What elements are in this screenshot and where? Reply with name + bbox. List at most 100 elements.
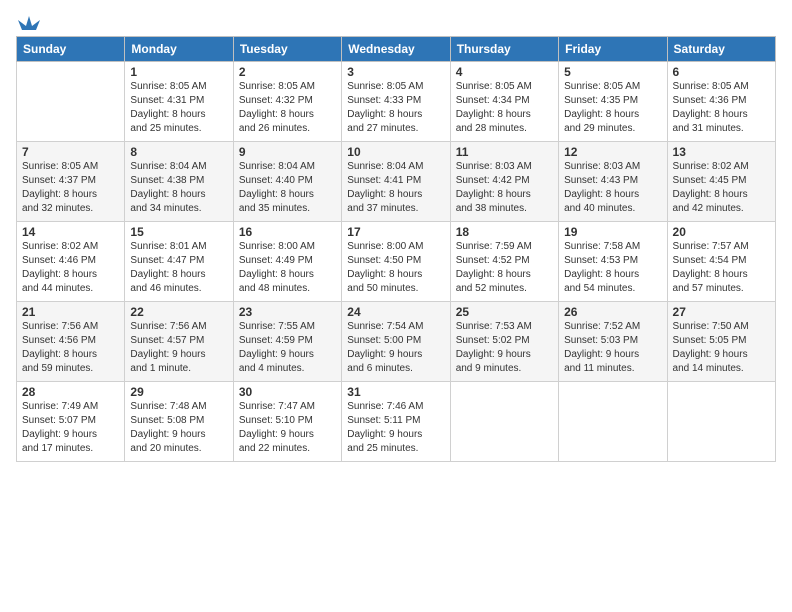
day-number: 23 xyxy=(239,305,336,319)
day-info: Sunrise: 8:03 AM Sunset: 4:43 PM Dayligh… xyxy=(564,160,661,216)
day-info: Sunrise: 8:02 AM Sunset: 4:45 PM Dayligh… xyxy=(673,160,770,216)
day-number: 8 xyxy=(130,145,227,159)
day-number: 17 xyxy=(347,225,444,239)
calendar-cell: 19Sunrise: 7:58 AM Sunset: 4:53 PM Dayli… xyxy=(559,222,667,302)
calendar-cell: 14Sunrise: 8:02 AM Sunset: 4:46 PM Dayli… xyxy=(17,222,125,302)
calendar-week-4: 21Sunrise: 7:56 AM Sunset: 4:56 PM Dayli… xyxy=(17,302,776,382)
day-number: 7 xyxy=(22,145,119,159)
day-number: 31 xyxy=(347,385,444,399)
day-number: 11 xyxy=(456,145,553,159)
calendar-header-saturday: Saturday xyxy=(667,37,775,62)
day-number: 20 xyxy=(673,225,770,239)
calendar-cell xyxy=(17,62,125,142)
calendar-cell: 28Sunrise: 7:49 AM Sunset: 5:07 PM Dayli… xyxy=(17,382,125,462)
calendar-cell: 21Sunrise: 7:56 AM Sunset: 4:56 PM Dayli… xyxy=(17,302,125,382)
day-number: 26 xyxy=(564,305,661,319)
day-number: 4 xyxy=(456,65,553,79)
calendar-week-5: 28Sunrise: 7:49 AM Sunset: 5:07 PM Dayli… xyxy=(17,382,776,462)
logo xyxy=(16,12,40,30)
calendar-cell: 3Sunrise: 8:05 AM Sunset: 4:33 PM Daylig… xyxy=(342,62,450,142)
page-container: SundayMondayTuesdayWednesdayThursdayFrid… xyxy=(0,0,792,470)
calendar-cell: 5Sunrise: 8:05 AM Sunset: 4:35 PM Daylig… xyxy=(559,62,667,142)
calendar-header-monday: Monday xyxy=(125,37,233,62)
day-info: Sunrise: 7:59 AM Sunset: 4:52 PM Dayligh… xyxy=(456,240,553,296)
calendar-cell: 18Sunrise: 7:59 AM Sunset: 4:52 PM Dayli… xyxy=(450,222,558,302)
day-info: Sunrise: 8:00 AM Sunset: 4:49 PM Dayligh… xyxy=(239,240,336,296)
calendar-header-friday: Friday xyxy=(559,37,667,62)
calendar-table: SundayMondayTuesdayWednesdayThursdayFrid… xyxy=(16,36,776,462)
day-number: 22 xyxy=(130,305,227,319)
day-number: 25 xyxy=(456,305,553,319)
calendar-cell: 10Sunrise: 8:04 AM Sunset: 4:41 PM Dayli… xyxy=(342,142,450,222)
day-number: 16 xyxy=(239,225,336,239)
calendar-cell: 24Sunrise: 7:54 AM Sunset: 5:00 PM Dayli… xyxy=(342,302,450,382)
calendar-cell: 4Sunrise: 8:05 AM Sunset: 4:34 PM Daylig… xyxy=(450,62,558,142)
day-number: 27 xyxy=(673,305,770,319)
calendar-week-1: 1Sunrise: 8:05 AM Sunset: 4:31 PM Daylig… xyxy=(17,62,776,142)
day-number: 21 xyxy=(22,305,119,319)
day-info: Sunrise: 8:02 AM Sunset: 4:46 PM Dayligh… xyxy=(22,240,119,296)
calendar-cell xyxy=(450,382,558,462)
day-info: Sunrise: 8:05 AM Sunset: 4:35 PM Dayligh… xyxy=(564,80,661,136)
calendar-cell: 9Sunrise: 8:04 AM Sunset: 4:40 PM Daylig… xyxy=(233,142,341,222)
day-info: Sunrise: 8:05 AM Sunset: 4:32 PM Dayligh… xyxy=(239,80,336,136)
day-number: 9 xyxy=(239,145,336,159)
calendar-cell: 11Sunrise: 8:03 AM Sunset: 4:42 PM Dayli… xyxy=(450,142,558,222)
day-info: Sunrise: 7:56 AM Sunset: 4:56 PM Dayligh… xyxy=(22,320,119,376)
calendar-header-thursday: Thursday xyxy=(450,37,558,62)
day-info: Sunrise: 8:04 AM Sunset: 4:38 PM Dayligh… xyxy=(130,160,227,216)
calendar-cell: 27Sunrise: 7:50 AM Sunset: 5:05 PM Dayli… xyxy=(667,302,775,382)
day-number: 18 xyxy=(456,225,553,239)
calendar-cell: 25Sunrise: 7:53 AM Sunset: 5:02 PM Dayli… xyxy=(450,302,558,382)
calendar-cell xyxy=(559,382,667,462)
day-number: 30 xyxy=(239,385,336,399)
day-info: Sunrise: 8:04 AM Sunset: 4:40 PM Dayligh… xyxy=(239,160,336,216)
day-info: Sunrise: 8:03 AM Sunset: 4:42 PM Dayligh… xyxy=(456,160,553,216)
day-info: Sunrise: 8:05 AM Sunset: 4:34 PM Dayligh… xyxy=(456,80,553,136)
calendar-cell: 22Sunrise: 7:56 AM Sunset: 4:57 PM Dayli… xyxy=(125,302,233,382)
day-info: Sunrise: 8:05 AM Sunset: 4:33 PM Dayligh… xyxy=(347,80,444,136)
day-info: Sunrise: 7:53 AM Sunset: 5:02 PM Dayligh… xyxy=(456,320,553,376)
day-number: 10 xyxy=(347,145,444,159)
logo-icon xyxy=(18,12,40,34)
day-info: Sunrise: 7:47 AM Sunset: 5:10 PM Dayligh… xyxy=(239,400,336,456)
day-info: Sunrise: 8:05 AM Sunset: 4:37 PM Dayligh… xyxy=(22,160,119,216)
day-info: Sunrise: 8:05 AM Sunset: 4:31 PM Dayligh… xyxy=(130,80,227,136)
calendar-cell: 2Sunrise: 8:05 AM Sunset: 4:32 PM Daylig… xyxy=(233,62,341,142)
day-info: Sunrise: 8:05 AM Sunset: 4:36 PM Dayligh… xyxy=(673,80,770,136)
calendar-header-row: SundayMondayTuesdayWednesdayThursdayFrid… xyxy=(17,37,776,62)
calendar-cell: 31Sunrise: 7:46 AM Sunset: 5:11 PM Dayli… xyxy=(342,382,450,462)
day-number: 24 xyxy=(347,305,444,319)
calendar-cell: 29Sunrise: 7:48 AM Sunset: 5:08 PM Dayli… xyxy=(125,382,233,462)
calendar-week-3: 14Sunrise: 8:02 AM Sunset: 4:46 PM Dayli… xyxy=(17,222,776,302)
day-number: 19 xyxy=(564,225,661,239)
calendar-cell: 23Sunrise: 7:55 AM Sunset: 4:59 PM Dayli… xyxy=(233,302,341,382)
calendar-cell: 7Sunrise: 8:05 AM Sunset: 4:37 PM Daylig… xyxy=(17,142,125,222)
day-number: 15 xyxy=(130,225,227,239)
calendar-cell: 15Sunrise: 8:01 AM Sunset: 4:47 PM Dayli… xyxy=(125,222,233,302)
day-number: 12 xyxy=(564,145,661,159)
day-info: Sunrise: 7:46 AM Sunset: 5:11 PM Dayligh… xyxy=(347,400,444,456)
header xyxy=(16,12,776,30)
calendar-header-sunday: Sunday xyxy=(17,37,125,62)
day-info: Sunrise: 7:58 AM Sunset: 4:53 PM Dayligh… xyxy=(564,240,661,296)
calendar-cell: 16Sunrise: 8:00 AM Sunset: 4:49 PM Dayli… xyxy=(233,222,341,302)
calendar-cell: 8Sunrise: 8:04 AM Sunset: 4:38 PM Daylig… xyxy=(125,142,233,222)
day-info: Sunrise: 7:48 AM Sunset: 5:08 PM Dayligh… xyxy=(130,400,227,456)
day-number: 29 xyxy=(130,385,227,399)
day-info: Sunrise: 7:57 AM Sunset: 4:54 PM Dayligh… xyxy=(673,240,770,296)
day-number: 28 xyxy=(22,385,119,399)
day-info: Sunrise: 7:49 AM Sunset: 5:07 PM Dayligh… xyxy=(22,400,119,456)
calendar-cell: 17Sunrise: 8:00 AM Sunset: 4:50 PM Dayli… xyxy=(342,222,450,302)
day-info: Sunrise: 7:54 AM Sunset: 5:00 PM Dayligh… xyxy=(347,320,444,376)
calendar-cell: 1Sunrise: 8:05 AM Sunset: 4:31 PM Daylig… xyxy=(125,62,233,142)
day-number: 3 xyxy=(347,65,444,79)
day-number: 1 xyxy=(130,65,227,79)
calendar-cell: 12Sunrise: 8:03 AM Sunset: 4:43 PM Dayli… xyxy=(559,142,667,222)
day-number: 5 xyxy=(564,65,661,79)
calendar-cell: 26Sunrise: 7:52 AM Sunset: 5:03 PM Dayli… xyxy=(559,302,667,382)
calendar-cell xyxy=(667,382,775,462)
day-number: 14 xyxy=(22,225,119,239)
calendar-cell: 30Sunrise: 7:47 AM Sunset: 5:10 PM Dayli… xyxy=(233,382,341,462)
day-info: Sunrise: 8:04 AM Sunset: 4:41 PM Dayligh… xyxy=(347,160,444,216)
